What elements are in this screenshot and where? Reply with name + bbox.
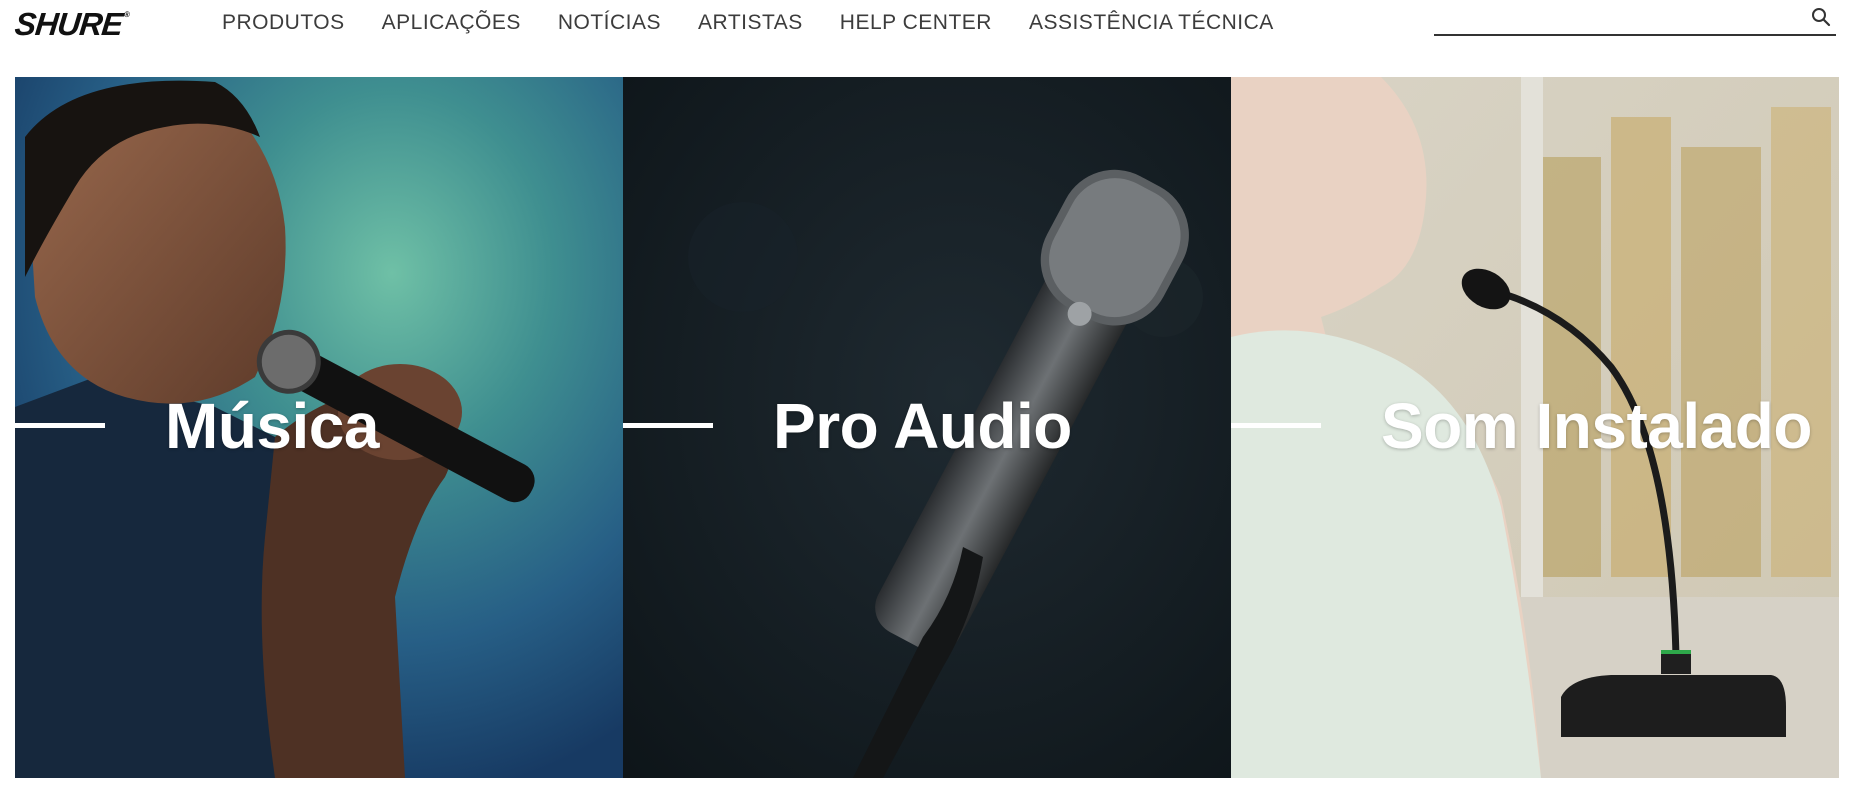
site-header: SHURE® PRODUTOS APLICAÇÕES NOTÍCIAS ARTI… [0,0,1859,60]
nav-item-produtos[interactable]: PRODUTOS [222,11,345,35]
main-nav: PRODUTOS APLICAÇÕES NOTÍCIAS ARTISTAS HE… [222,11,1311,35]
nav-item-aplicacoes[interactable]: APLICAÇÕES [382,11,521,35]
logo-text: SHURE [13,6,124,42]
shure-logo[interactable]: SHURE® [13,6,130,43]
nav-item-help-center[interactable]: HELP CENTER [840,11,992,35]
panel-label-musica: Música [165,390,379,462]
panel-dash [1231,423,1321,428]
nav-item-noticias[interactable]: NOTÍCIAS [558,11,661,35]
category-panels: Música Pro Audio Som Instalado [15,77,1839,778]
panel-musica[interactable]: Música [15,77,623,778]
panel-label-som-instalado: Som Instalado [1381,390,1812,462]
page: SHURE® PRODUTOS APLICAÇÕES NOTÍCIAS ARTI… [0,0,1859,793]
registered-mark: ® [123,10,130,19]
panel-label-pro-audio: Pro Audio [773,390,1072,462]
panel-dash [15,423,105,428]
nav-item-artistas[interactable]: ARTISTAS [698,11,803,35]
nav-item-assistencia-tecnica[interactable]: ASSISTÊNCIA TÉCNICA [1029,11,1274,35]
panel-som-instalado[interactable]: Som Instalado [1231,77,1839,778]
search-icon[interactable] [1810,6,1832,28]
panel-dash [623,423,713,428]
panel-pro-audio[interactable]: Pro Audio [623,77,1231,778]
search-input[interactable] [1434,4,1798,34]
search-box [1434,4,1836,36]
